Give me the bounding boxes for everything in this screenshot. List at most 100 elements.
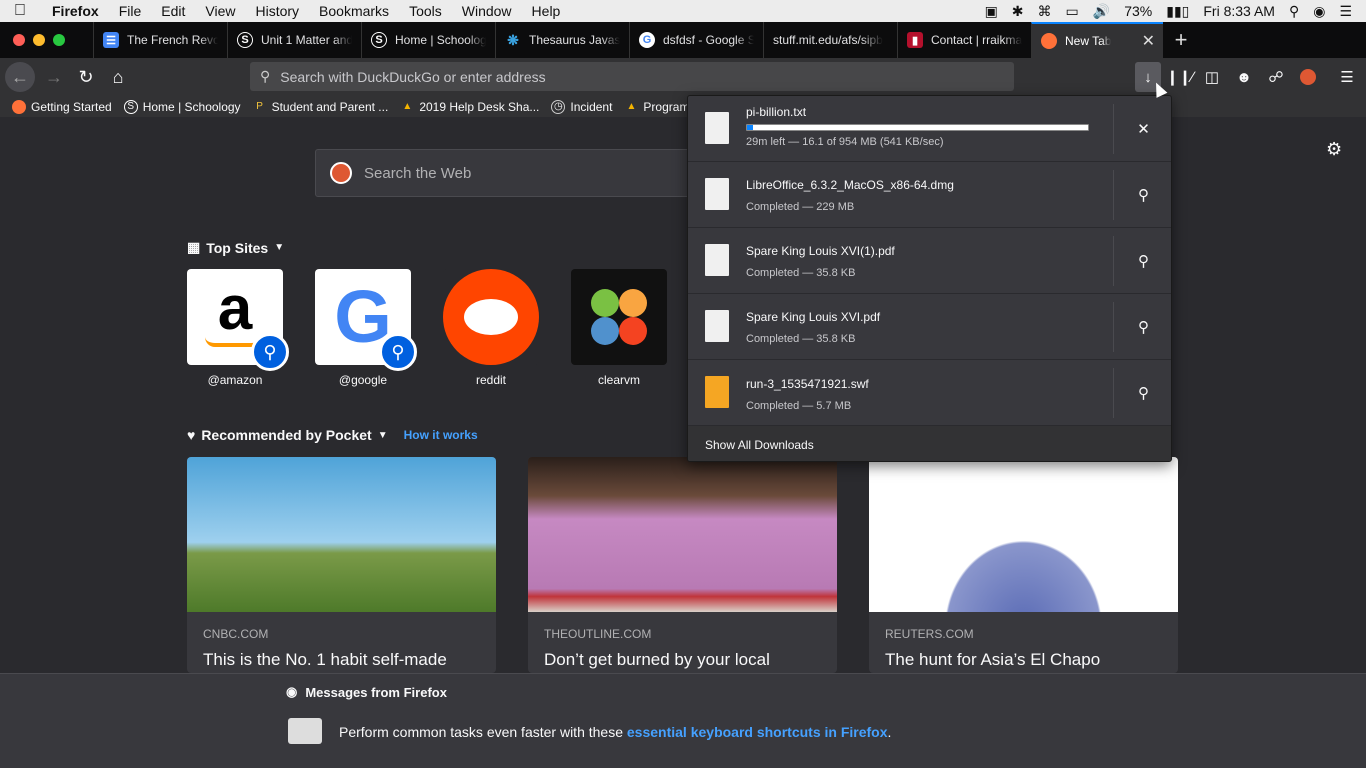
siri-icon[interactable]: ◉ xyxy=(1313,3,1325,20)
menu-history[interactable]: History xyxy=(245,0,309,22)
new-tab-plus-icon[interactable]: + xyxy=(1163,27,1199,53)
menu-view[interactable]: View xyxy=(195,0,245,22)
airplay-icon[interactable]: ▭ xyxy=(1066,3,1079,20)
purple-paper-photo xyxy=(528,457,837,612)
drive-icon: ▲ xyxy=(626,101,637,112)
clock[interactable]: Fri 8:33 AM xyxy=(1203,3,1275,19)
top-site-label: @google xyxy=(338,373,388,387)
bluetooth-icon[interactable]: ✱ xyxy=(1012,3,1024,20)
download-item-pi-billion[interactable]: pi-billion.txt 29m left — 16.1 of 954 MB… xyxy=(688,96,1171,162)
top-site-amazon[interactable]: a ⚲ @amazon xyxy=(187,269,289,387)
download-status: Completed — 35.8 KB xyxy=(746,267,856,279)
forward-arrow-icon[interactable]: → xyxy=(38,61,70,93)
amazon-logo: a ⚲ xyxy=(187,269,289,371)
tab-french-revolution[interactable]: ☰ The French Revol xyxy=(93,22,227,58)
chevron-down-icon: ▼ xyxy=(377,429,388,441)
menu-help[interactable]: Help xyxy=(522,0,571,22)
tab-title: New Tab xyxy=(1065,34,1112,48)
top-site-google[interactable]: G ⚲ @google xyxy=(315,269,417,387)
tab-title: stuff.mit.edu/afs/sipb xyxy=(773,33,883,47)
download-status: Completed — 229 MB xyxy=(746,201,855,213)
web-search-box[interactable]: Search the Web xyxy=(315,149,715,197)
bookmark-incident[interactable]: ◷ Incident xyxy=(551,99,613,114)
window-controls xyxy=(13,34,65,46)
menu-window[interactable]: Window xyxy=(452,0,522,22)
bookmark-getting-started[interactable]: Getting Started xyxy=(12,99,112,114)
show-in-folder-icon[interactable]: ⚲ xyxy=(1114,228,1171,294)
show-in-folder-icon[interactable]: ⚲ xyxy=(1114,162,1171,228)
close-tab-icon[interactable]: ✕ xyxy=(1142,31,1155,51)
tab-title: dsfdsf - Google S xyxy=(663,33,754,47)
spotlight-search-icon[interactable]: ⚲ xyxy=(1289,3,1299,20)
menu-app-firefox[interactable]: Firefox xyxy=(42,0,109,22)
sidebar-icon[interactable]: ◫ xyxy=(1201,66,1223,88)
duckduckgo-icon xyxy=(330,162,352,184)
show-all-downloads-button[interactable]: Show All Downloads xyxy=(688,426,1171,461)
library-icon[interactable]: ❙❙∕ xyxy=(1166,66,1194,88)
card-title: Don’t get burned by your local xyxy=(544,650,770,669)
gear-icon[interactable]: ⚙ xyxy=(1326,139,1342,160)
keyboard-shortcuts-link[interactable]: essential keyboard shortcuts in Firefox xyxy=(627,724,888,740)
menu-bookmarks[interactable]: Bookmarks xyxy=(309,0,399,22)
home-icon[interactable]: ⌂ xyxy=(102,61,134,93)
tab-mit-stuff[interactable]: stuff.mit.edu/afs/sipb xyxy=(763,22,897,58)
top-site-label: reddit xyxy=(475,373,507,387)
docs-icon: ☰ xyxy=(103,32,119,48)
disk-image-icon xyxy=(705,178,729,210)
tab-new-tab[interactable]: New Tab ✕ xyxy=(1031,22,1163,58)
p-icon: P xyxy=(256,101,263,112)
download-item-run-3[interactable]: run-3_1535471921.swf Completed — 5.7 MB … xyxy=(688,360,1171,426)
download-item-louis-xvi-1[interactable]: Spare King Louis XVI(1).pdf Completed — … xyxy=(688,228,1171,294)
show-in-folder-icon[interactable]: ⚲ xyxy=(1114,294,1171,360)
hamburger-menu-icon[interactable]: ☰ xyxy=(1336,66,1358,88)
tab-google-search[interactable]: G dsfdsf - Google S xyxy=(629,22,763,58)
apple-menu-icon[interactable]:  xyxy=(14,2,42,20)
duckduckgo-extension-icon[interactable] xyxy=(1297,66,1319,88)
tab-home-schoology[interactable]: S Home | Schoology xyxy=(361,22,495,58)
menu-tools[interactable]: Tools xyxy=(399,0,452,22)
cancel-icon[interactable]: ✕ xyxy=(1114,96,1171,162)
bookmark-program[interactable]: ▲ Program xyxy=(624,100,689,114)
how-it-works-link[interactable]: How it works xyxy=(404,428,478,442)
battery-percent[interactable]: 73% xyxy=(1124,3,1152,19)
tab-unit-1[interactable]: S Unit 1 Matter and xyxy=(227,22,361,58)
volume-icon[interactable]: 🔊 xyxy=(1093,3,1110,20)
bookmark-label: Incident xyxy=(570,99,613,114)
top-site-label: @amazon xyxy=(207,373,263,387)
menu-file[interactable]: File xyxy=(109,0,152,22)
top-sites-heading[interactable]: ▦ Top Sites ▼ xyxy=(187,239,284,256)
reload-icon[interactable]: ↻ xyxy=(70,61,102,93)
notification-center-icon[interactable]: ☰ xyxy=(1339,3,1352,20)
cube-icon[interactable]: ▣ xyxy=(985,3,998,20)
extension-vpn-icon[interactable]: ☍ xyxy=(1265,66,1287,88)
grid-icon: ▦ xyxy=(187,239,201,255)
download-item-louis-xvi[interactable]: Spare King Louis XVI.pdf Completed — 35.… xyxy=(688,294,1171,360)
pocket-card-cnbc[interactable]: CNBC.COM This is the No. 1 habit self-ma… xyxy=(187,457,496,673)
top-site-reddit[interactable]: reddit xyxy=(443,269,539,387)
wifi-icon[interactable]: ⌘ xyxy=(1038,3,1052,20)
pocket-title: Recommended by Pocket xyxy=(201,427,372,443)
bookmark-help-desk[interactable]: ▲ 2019 Help Desk Sha... xyxy=(400,100,539,114)
pocket-card-reuters[interactable]: REUTERS.COM The hunt for Asia’s El Chapo xyxy=(869,457,1178,673)
bookmark-home-schoology[interactable]: S Home | Schoology xyxy=(123,99,241,114)
tab-title: Contact | rraikma xyxy=(931,33,1022,47)
tab-thesaurus[interactable]: ❋ Thesaurus Javascr xyxy=(495,22,629,58)
top-site-clearvm[interactable]: clearvm xyxy=(571,269,667,387)
minimize-window-button[interactable] xyxy=(33,34,45,46)
tab-contact[interactable]: ▮ Contact | rraikma xyxy=(897,22,1031,58)
back-arrow-icon[interactable]: ← xyxy=(5,62,35,92)
download-status: Completed — 5.7 MB xyxy=(746,400,852,412)
show-in-folder-icon[interactable]: ⚲ xyxy=(1114,360,1171,426)
account-icon[interactable]: ☻ xyxy=(1233,66,1255,88)
close-window-button[interactable] xyxy=(13,34,25,46)
download-filename: LibreOffice_6.3.2_MacOS_x86-64.dmg xyxy=(746,178,954,192)
bookmark-student-parent[interactable]: P Student and Parent ... xyxy=(253,100,388,114)
menu-edit[interactable]: Edit xyxy=(151,0,195,22)
pocket-card-theoutline[interactable]: THEOUTLINE.COM Don’t get burned by your … xyxy=(528,457,837,673)
schoology-icon: S xyxy=(371,32,387,48)
zoom-window-button[interactable] xyxy=(53,34,65,46)
download-item-libreoffice[interactable]: LibreOffice_6.3.2_MacOS_x86-64.dmg Compl… xyxy=(688,162,1171,228)
battery-icon[interactable]: ▮▮▯ xyxy=(1166,3,1189,20)
address-bar[interactable]: ⚲ Search with DuckDuckGo or enter addres… xyxy=(250,62,1014,91)
pocket-heading[interactable]: ♥ Recommended by Pocket ▼ How it works xyxy=(187,427,478,443)
